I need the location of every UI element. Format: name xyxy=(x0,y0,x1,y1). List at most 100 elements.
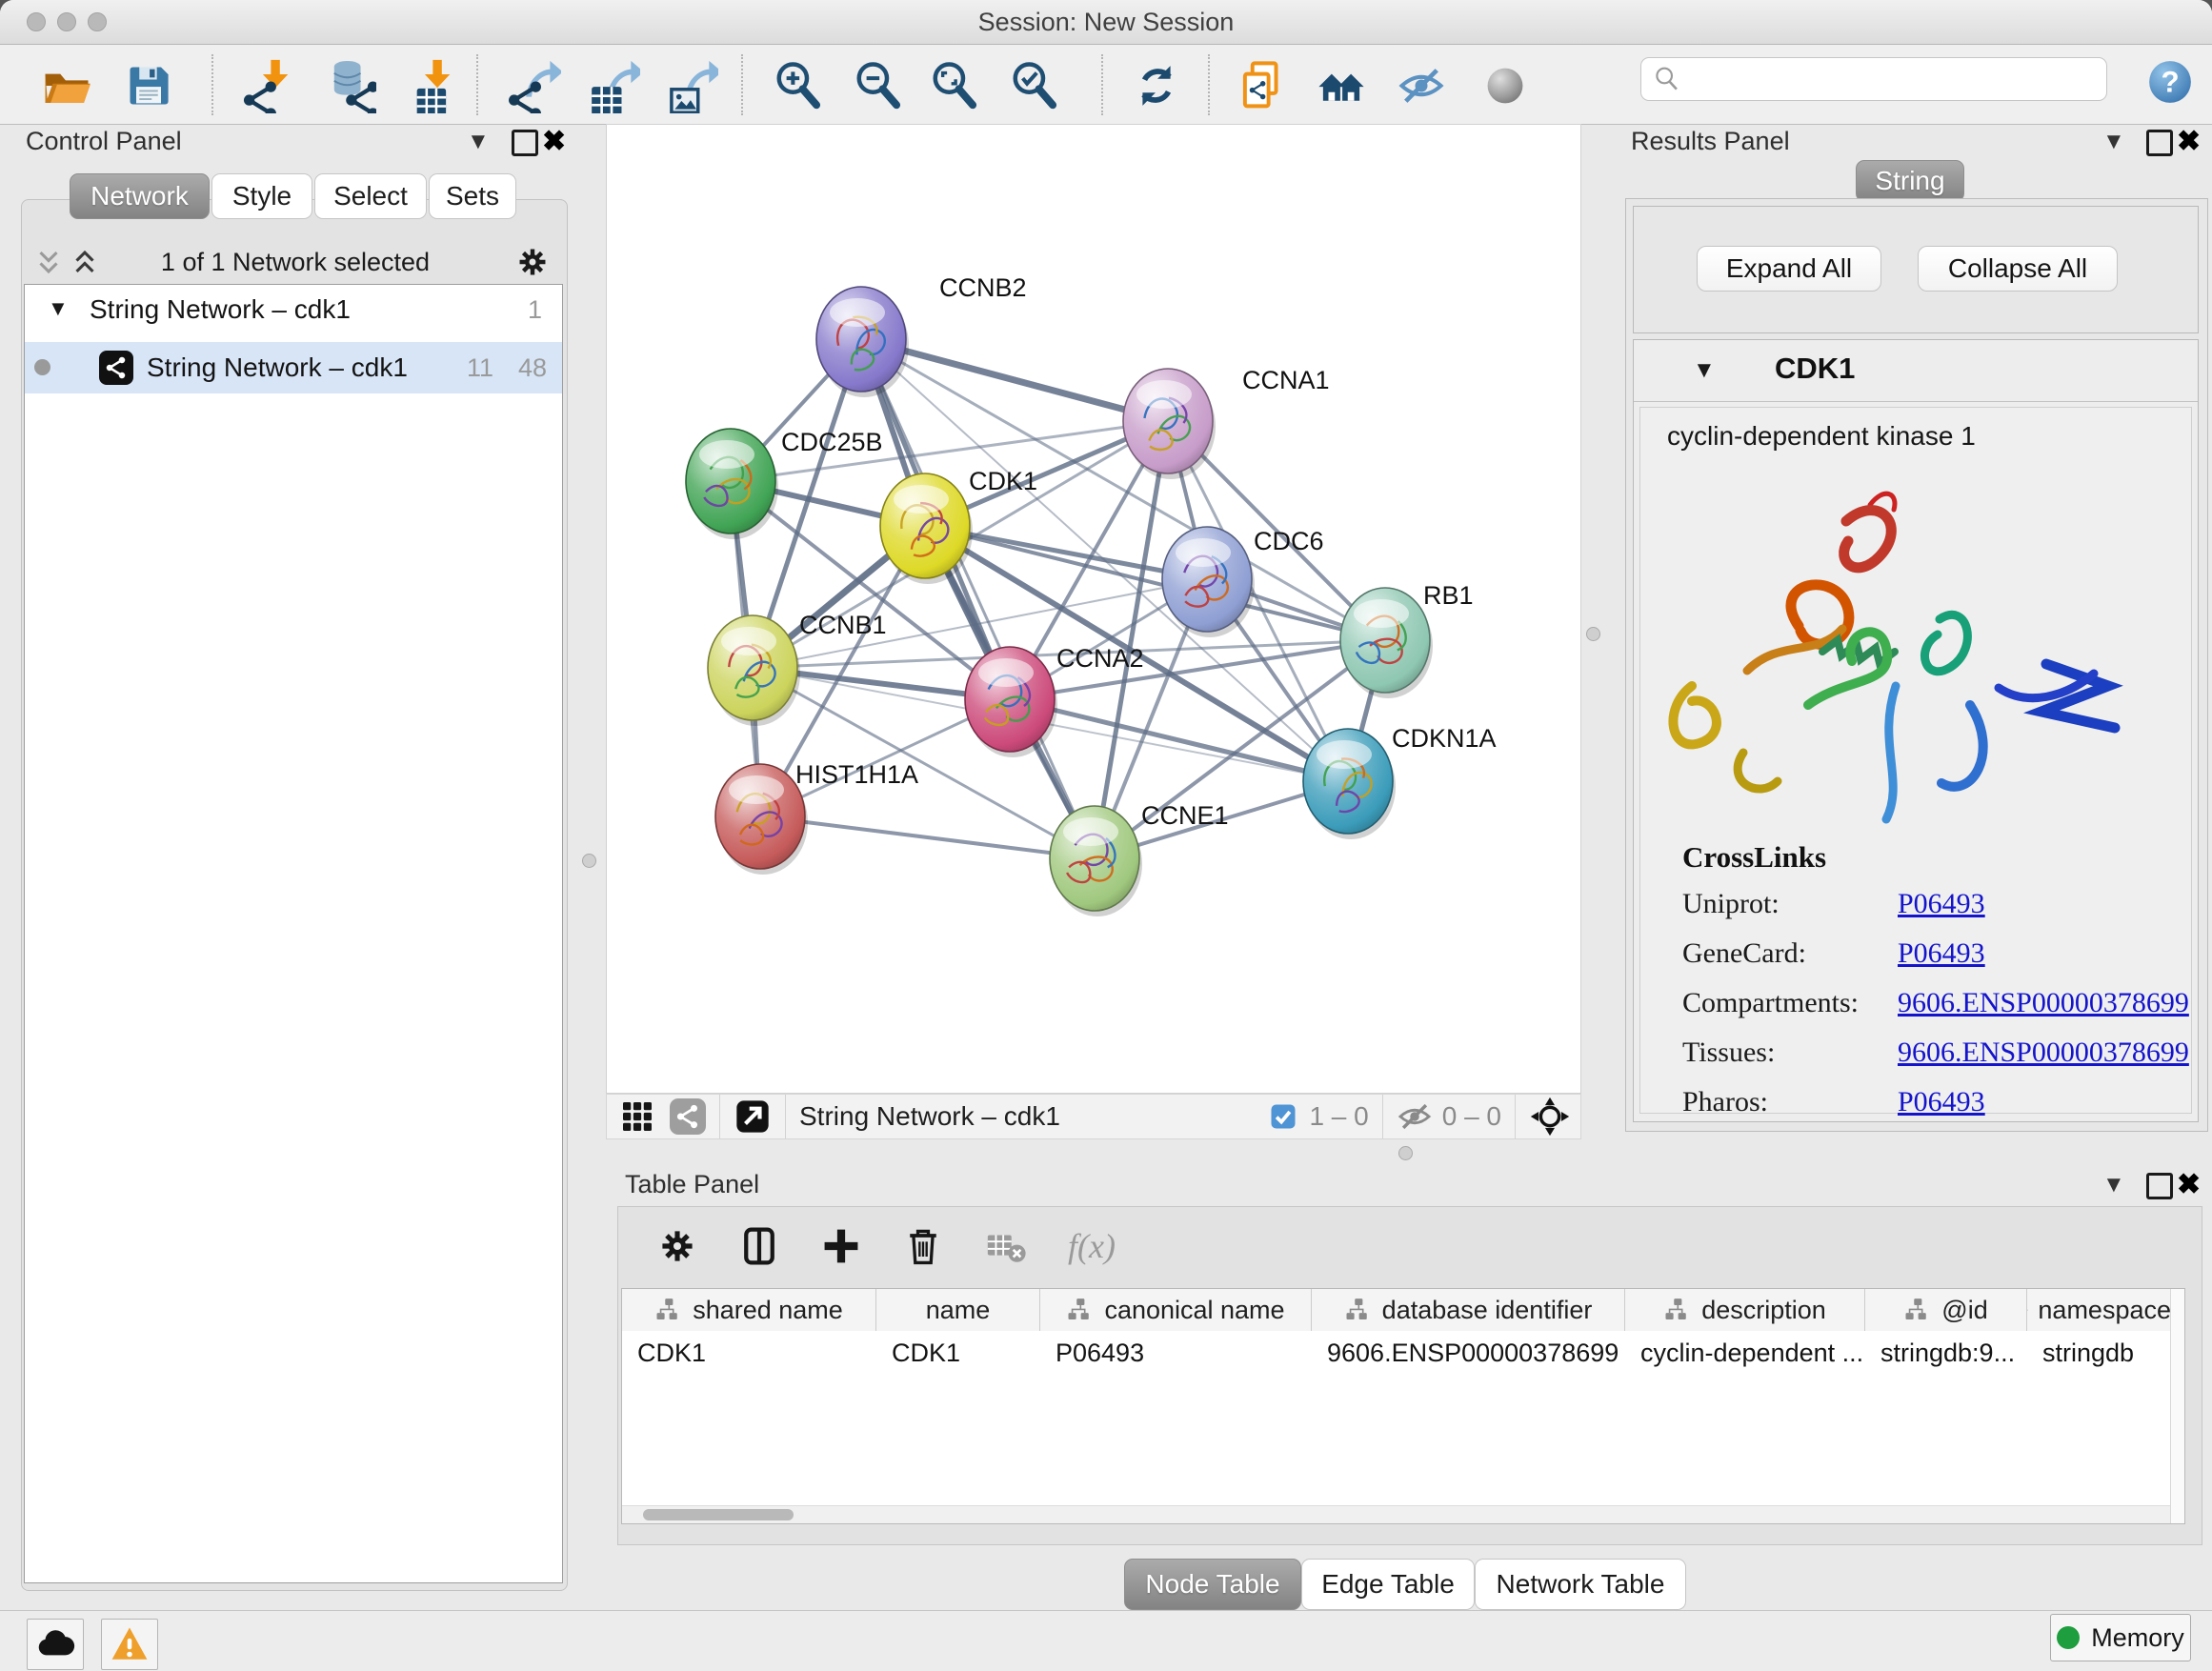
network-edge[interactable] xyxy=(760,816,1095,858)
collapse-all-networks-button[interactable] xyxy=(32,246,65,283)
open-session-button[interactable] xyxy=(36,58,97,113)
network-node[interactable] xyxy=(1340,588,1433,698)
cloud-status-button[interactable] xyxy=(27,1619,84,1670)
tree-row-collection[interactable]: ▼ String Network – cdk1 1 xyxy=(25,285,562,342)
column-header[interactable]: name xyxy=(876,1289,1040,1331)
zoom-fit-button[interactable] xyxy=(924,58,985,113)
help-button[interactable] xyxy=(2140,54,2201,110)
table-panel-close-icon[interactable]: ✖ xyxy=(2177,1168,2201,1201)
network-node[interactable] xyxy=(880,473,973,584)
crosslink-link[interactable]: P06493 xyxy=(1898,1086,1985,1118)
table-cell[interactable]: stringdb:9... xyxy=(1865,1331,2027,1373)
tab-edge-table[interactable]: Edge Table xyxy=(1301,1559,1475,1610)
selected-checkbox[interactable] xyxy=(1269,1102,1297,1131)
column-header[interactable]: namespace xyxy=(2027,1289,2172,1331)
tab-node-table[interactable]: Node Table xyxy=(1124,1559,1301,1610)
tab-network-table[interactable]: Network Table xyxy=(1475,1559,1686,1610)
tab-style[interactable]: Style xyxy=(211,173,312,219)
network-graph[interactable]: CCNB2CCNA1CDC25BCDK1CDC6RB1CCNB1CCNA2CDK… xyxy=(607,125,1580,1093)
network-node[interactable] xyxy=(715,764,808,875)
network-node[interactable] xyxy=(816,287,909,397)
crosshair-navigate-button[interactable] xyxy=(1529,1096,1571,1137)
result-entry-header[interactable]: ▼ CDK1 xyxy=(1634,340,2198,402)
string-home-button[interactable] xyxy=(1311,58,1372,113)
results-panel-collapse-icon[interactable]: ▼ xyxy=(2102,129,2125,155)
tree-expander-icon[interactable]: ▼ xyxy=(48,296,69,321)
table-settings-gear-icon[interactable] xyxy=(656,1225,698,1267)
show-all-button[interactable] xyxy=(1475,58,1536,113)
table-cell[interactable]: stringdb xyxy=(2027,1331,2172,1373)
expand-all-networks-button[interactable] xyxy=(69,246,101,283)
show-columns-icon[interactable] xyxy=(738,1225,780,1267)
network-node[interactable] xyxy=(1050,806,1142,916)
table-cell[interactable]: P06493 xyxy=(1040,1331,1312,1373)
network-options-gear-icon[interactable] xyxy=(514,244,551,285)
network-node[interactable] xyxy=(1303,729,1396,839)
add-column-icon[interactable] xyxy=(820,1225,862,1267)
collapse-all-button[interactable]: Collapse All xyxy=(1918,246,2118,292)
table-cell[interactable]: cyclin-dependent ... xyxy=(1625,1331,1865,1373)
results-panel-close-icon[interactable]: ✖ xyxy=(2177,125,2201,158)
network-node[interactable] xyxy=(1162,527,1255,637)
import-table-button[interactable] xyxy=(398,58,459,113)
control-panel-close-icon[interactable]: ✖ xyxy=(542,125,566,158)
string-network-badge-icon[interactable] xyxy=(670,1098,706,1135)
search-input[interactable] xyxy=(1683,64,2087,95)
zoom-in-button[interactable] xyxy=(768,58,829,113)
delete-column-trash-icon[interactable] xyxy=(902,1225,944,1267)
import-network-file-button[interactable] xyxy=(236,58,297,113)
vertical-scrollbar[interactable] xyxy=(2170,1289,2184,1523)
table-panel-float-icon[interactable] xyxy=(2146,1173,2173,1199)
zoom-selected-button[interactable] xyxy=(1004,58,1065,113)
tree-row-network-selected[interactable]: String Network – cdk1 11 48 xyxy=(25,342,562,393)
table-row[interactable]: CDK1CDK1P064939606.ENSP00000378699cyclin… xyxy=(622,1331,2184,1373)
crosslink-link[interactable]: P06493 xyxy=(1898,888,1985,920)
results-panel-float-icon[interactable] xyxy=(2146,130,2173,156)
crosslink-link[interactable]: P06493 xyxy=(1898,937,1985,970)
memory-button[interactable]: Memory xyxy=(2050,1614,2191,1661)
zoom-out-button[interactable] xyxy=(848,58,909,113)
export-table-button[interactable] xyxy=(582,58,643,113)
control-panel-float-icon[interactable] xyxy=(512,130,538,156)
open-in-new-window-button[interactable] xyxy=(734,1097,772,1136)
network-node-count: 11 xyxy=(467,353,493,383)
tab-string[interactable]: String xyxy=(1856,160,1964,202)
left-splitter-handle[interactable] xyxy=(582,854,596,868)
export-image-button[interactable] xyxy=(660,58,721,113)
column-header[interactable]: canonical name xyxy=(1040,1289,1312,1331)
table-cell[interactable]: CDK1 xyxy=(876,1331,1040,1373)
export-network-button[interactable] xyxy=(503,58,564,113)
tab-network[interactable]: Network xyxy=(70,173,210,219)
right-splitter-handle[interactable] xyxy=(1586,627,1600,641)
scrollbar-thumb[interactable] xyxy=(643,1509,794,1520)
tab-sets[interactable]: Sets xyxy=(429,173,516,219)
save-session-button[interactable] xyxy=(118,58,179,113)
hide-selected-button[interactable] xyxy=(1391,58,1452,113)
table-cell[interactable]: 9606.ENSP00000378699 xyxy=(1312,1331,1625,1373)
network-node[interactable] xyxy=(965,647,1057,757)
column-header[interactable]: shared name xyxy=(622,1289,876,1331)
clipboard-network-button[interactable] xyxy=(1233,58,1294,113)
refresh-view-button[interactable] xyxy=(1126,58,1187,113)
network-canvas[interactable]: CCNB2CCNA1CDC25BCDK1CDC6RB1CCNB1CCNA2CDK… xyxy=(606,124,1581,1094)
column-header[interactable]: database identifier xyxy=(1312,1289,1625,1331)
expand-all-button[interactable]: Expand All xyxy=(1697,246,1881,292)
network-node[interactable] xyxy=(1123,369,1216,479)
birdseye-view-button[interactable] xyxy=(620,1099,654,1134)
crosslink-link[interactable]: 9606.ENSP00000378699 xyxy=(1898,987,2189,1019)
horizontal-scrollbar[interactable] xyxy=(622,1505,2171,1523)
horizontal-splitter-handle[interactable] xyxy=(1398,1146,1413,1160)
column-header[interactable]: @id xyxy=(1865,1289,2027,1331)
hidden-eye-slash-icon[interactable] xyxy=(1397,1098,1433,1135)
table-cell[interactable]: CDK1 xyxy=(622,1331,876,1373)
column-header[interactable]: description xyxy=(1625,1289,1865,1331)
network-node[interactable] xyxy=(708,615,800,726)
search-field[interactable] xyxy=(1640,57,2107,101)
table-panel-collapse-icon[interactable]: ▼ xyxy=(2102,1172,2125,1198)
import-network-database-button[interactable] xyxy=(318,58,379,113)
entry-collapse-icon[interactable]: ▼ xyxy=(1693,357,1716,384)
warnings-button[interactable] xyxy=(101,1619,158,1670)
crosslink-link[interactable]: 9606.ENSP00000378699 xyxy=(1898,1037,2189,1069)
tab-select[interactable]: Select xyxy=(314,173,427,219)
control-panel-collapse-icon[interactable]: ▼ xyxy=(467,129,490,155)
